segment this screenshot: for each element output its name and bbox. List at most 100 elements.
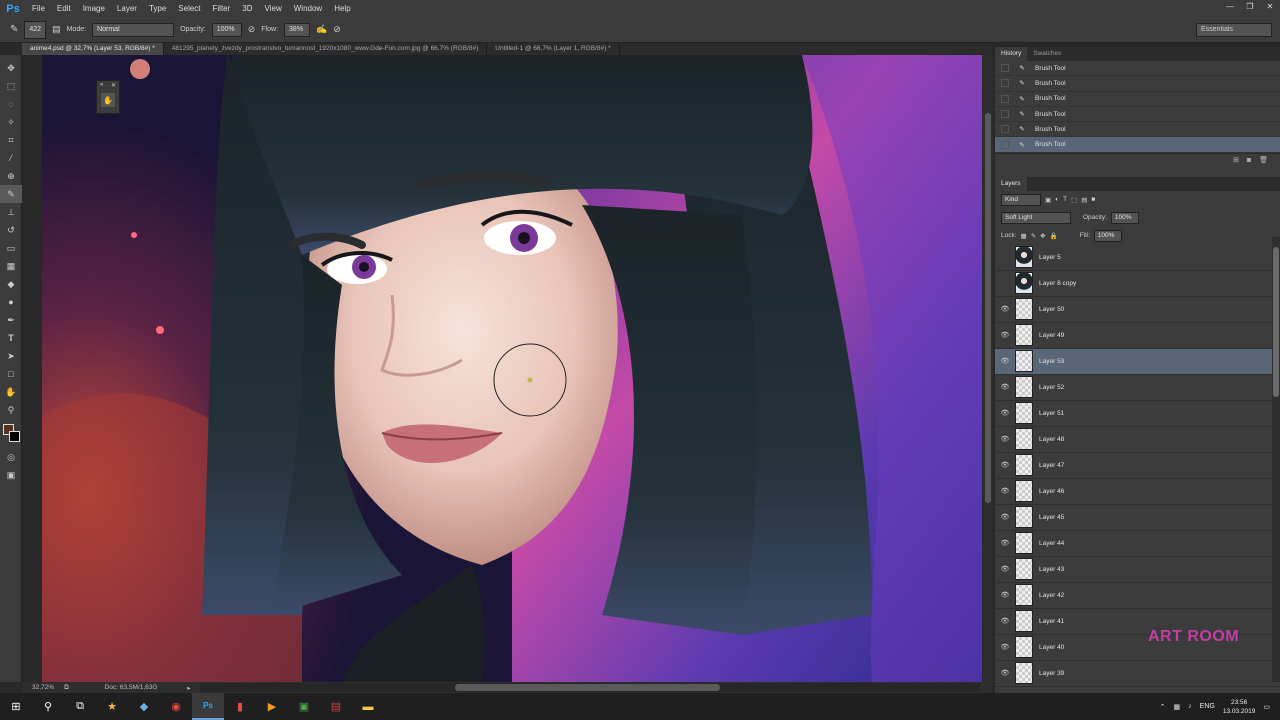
horizontal-scrollbar[interactable]	[200, 683, 980, 692]
layer-row[interactable]: 👁 Layer 50	[995, 297, 1280, 323]
clock[interactable]: 23:56 13.03.2019	[1223, 698, 1256, 716]
app-icon-5[interactable]: ▤	[320, 693, 352, 720]
crop-tool-icon[interactable]: ⌗	[0, 131, 22, 149]
visibility-eye-icon[interactable]: 👁	[995, 461, 1015, 469]
menu-image[interactable]: Image	[77, 0, 111, 17]
layers-scrollbar[interactable]	[1272, 237, 1280, 682]
layer-name[interactable]: Layer 5	[1039, 254, 1061, 261]
layer-row[interactable]: 👁 Layer 49	[995, 323, 1280, 349]
pressure-size-icon[interactable]: ⊘	[333, 24, 341, 35]
file-explorer-icon[interactable]: ▬	[352, 693, 384, 720]
background-color[interactable]	[9, 431, 20, 442]
lock-move-icon[interactable]: ✥	[1040, 232, 1045, 240]
layer-row[interactable]: 👁 Layer 42	[995, 583, 1280, 609]
visibility-eye-icon[interactable]: 👁	[995, 357, 1015, 365]
visibility-eye-icon[interactable]: 👁	[995, 617, 1015, 625]
menu-type[interactable]: Type	[143, 0, 172, 17]
layer-name[interactable]: Layer 41	[1039, 618, 1064, 625]
layer-name[interactable]: Layer 52	[1039, 384, 1064, 391]
rectangle-tool-icon[interactable]: □	[0, 365, 22, 383]
layer-row[interactable]: 👁 Layer 47	[995, 453, 1280, 479]
speaker-icon[interactable]: ♪	[1188, 703, 1192, 710]
visibility-eye-icon[interactable]: 👁	[995, 539, 1015, 547]
blur-tool-icon[interactable]: ◆	[0, 275, 22, 293]
color-swatches[interactable]	[3, 424, 21, 444]
chrome-icon[interactable]: ◉	[160, 693, 192, 720]
media-player-icon[interactable]: ▶	[256, 693, 288, 720]
lock-brush-icon[interactable]: ✎	[1031, 232, 1036, 240]
layer-row[interactable]: Layer 8 copy	[995, 271, 1280, 297]
layer-name[interactable]: Layer 44	[1039, 540, 1064, 547]
brush-tool-icon[interactable]: ✎	[10, 24, 18, 35]
history-source-checkbox[interactable]	[1001, 125, 1009, 134]
app-icon-1[interactable]: ★	[96, 693, 128, 720]
menu-filter[interactable]: Filter	[207, 0, 237, 17]
fill-input[interactable]: 100%	[1093, 229, 1122, 242]
menu-select[interactable]: Select	[172, 0, 206, 17]
menu-view[interactable]: View	[259, 0, 288, 17]
layer-name[interactable]: Layer 45	[1039, 514, 1064, 521]
layer-row[interactable]: 👁 Layer 51	[995, 401, 1280, 427]
menu-layer[interactable]: Layer	[111, 0, 143, 17]
menu-window[interactable]: Window	[288, 0, 328, 17]
photoshop-taskbar-icon[interactable]: Ps	[192, 693, 224, 720]
visibility-eye-icon[interactable]: 👁	[995, 669, 1015, 677]
path-select-tool-icon[interactable]: ➤	[0, 347, 22, 365]
layer-name[interactable]: Layer 49	[1039, 332, 1064, 339]
lock-transparent-icon[interactable]: ▦	[1021, 232, 1027, 240]
history-item[interactable]: ✎ Brush Tool	[995, 92, 1280, 107]
tab-untitled[interactable]: Untitled-1 @ 66,7% (Layer 1, RGB/8#) *	[487, 43, 620, 55]
pen-tool-icon[interactable]: ✒	[0, 311, 22, 329]
blend-mode-select[interactable]: Soft Light	[1001, 211, 1071, 224]
eyedropper-tool-icon[interactable]: ⁄	[0, 149, 22, 167]
layer-name[interactable]: Layer 40	[1039, 644, 1064, 651]
workspace-select[interactable]: Essentials	[1196, 23, 1272, 37]
app-icon-3[interactable]: ▮	[224, 693, 256, 720]
layer-name[interactable]: Layer 47	[1039, 462, 1064, 469]
clone-stamp-tool-icon[interactable]: ⊥	[0, 203, 22, 221]
dodge-tool-icon[interactable]: ●	[0, 293, 22, 311]
move-tool-icon[interactable]: ✥	[0, 59, 22, 77]
smart-filter-icon[interactable]: ▤	[1081, 196, 1087, 204]
status-info-icon[interactable]: ⧉	[64, 684, 69, 692]
layer-name[interactable]: Layer 39	[1039, 670, 1064, 677]
shape-filter-icon[interactable]: ⬚	[1071, 196, 1077, 204]
visibility-eye-icon[interactable]: 👁	[995, 591, 1015, 599]
visibility-eye-icon[interactable]: 👁	[995, 409, 1015, 417]
search-icon[interactable]: ⚲	[32, 693, 64, 720]
pressure-opacity-icon[interactable]: ⊘	[248, 24, 256, 35]
layer-name[interactable]: Layer 46	[1039, 488, 1064, 495]
mode-select[interactable]: Normal	[92, 22, 175, 37]
layer-row[interactable]: 👁 Layer 43	[995, 557, 1280, 583]
layer-name[interactable]: Layer 51	[1039, 410, 1064, 417]
visibility-eye-icon[interactable]: 👁	[995, 513, 1015, 521]
history-item[interactable]: ✎ Brush Tool	[995, 122, 1280, 138]
layer-row[interactable]: 👁 Layer 45	[995, 505, 1280, 531]
type-filter-icon[interactable]: T	[1063, 196, 1067, 203]
history-source-checkbox[interactable]	[1001, 64, 1009, 73]
layer-row[interactable]: 👁 Layer 52	[995, 375, 1280, 401]
status-menu-icon[interactable]: ▸	[187, 684, 190, 692]
hand-tool-icon[interactable]: ✋	[0, 383, 22, 401]
tab-swatches[interactable]: Swatches	[1027, 47, 1067, 61]
tab-layers[interactable]: Layers	[995, 176, 1027, 191]
layer-opacity-input[interactable]: 100%	[1110, 211, 1139, 224]
close-panel-icon[interactable]: ✕	[111, 82, 116, 89]
menu-file[interactable]: File	[26, 0, 51, 17]
history-item[interactable]: ✎ Brush Tool	[995, 61, 1280, 77]
history-brush-tool-icon[interactable]: ↺	[0, 221, 22, 239]
opacity-input[interactable]: 100%	[211, 22, 242, 37]
layer-name[interactable]: Layer 42	[1039, 592, 1064, 599]
visibility-eye-icon[interactable]: 👁	[995, 565, 1015, 573]
healing-brush-tool-icon[interactable]: ⊕	[0, 167, 22, 185]
collapse-icon[interactable]: »	[100, 82, 103, 88]
network-icon[interactable]: ▦	[1174, 703, 1181, 711]
marquee-tool-icon[interactable]: ⬚	[0, 77, 22, 95]
history-source-checkbox[interactable]	[1001, 140, 1009, 149]
vertical-scrollbar[interactable]	[983, 55, 993, 682]
tray-chevron-icon[interactable]: ⌃	[1160, 703, 1166, 711]
layer-name[interactable]: Layer 48	[1039, 436, 1064, 443]
visibility-eye-icon[interactable]: 👁	[995, 305, 1015, 313]
language-indicator[interactable]: ENG	[1200, 703, 1215, 710]
history-source-checkbox[interactable]	[1001, 94, 1009, 103]
